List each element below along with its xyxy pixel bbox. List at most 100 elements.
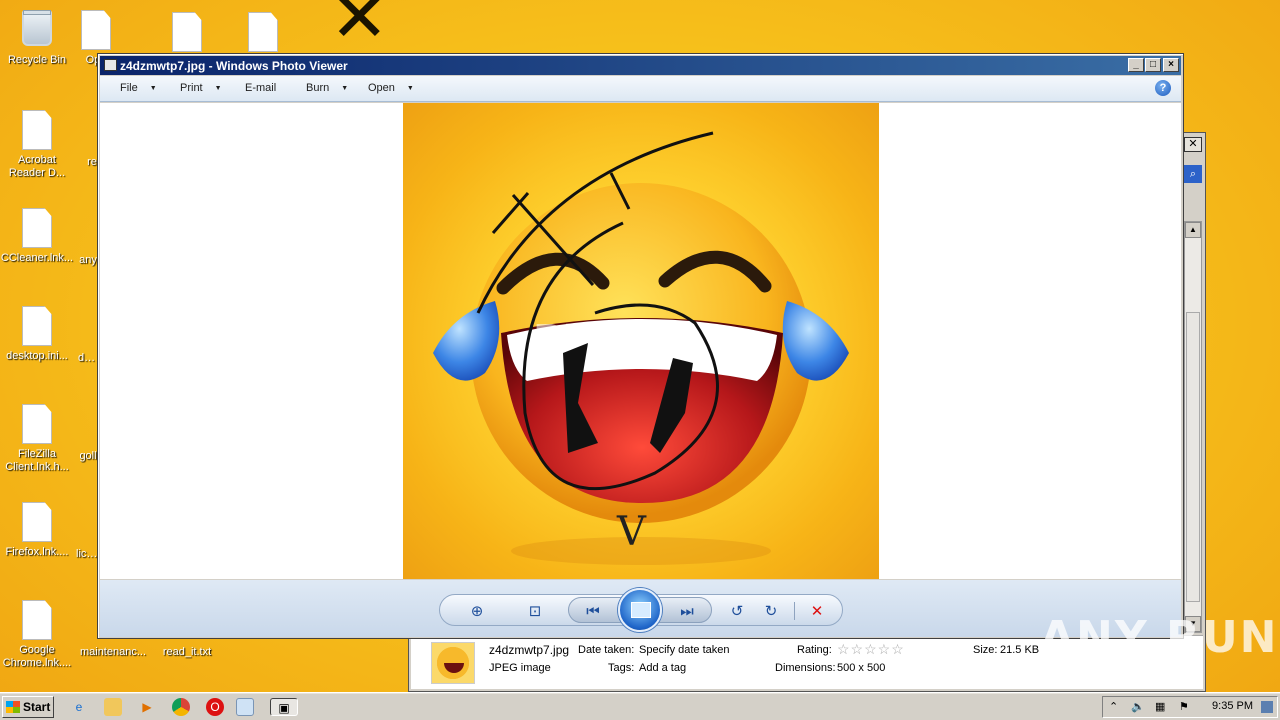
desktop-icon-col2-5[interactable]: licen <box>76 548 98 561</box>
rotate-counterclockwise-icon[interactable]: ↺ <box>726 601 748 621</box>
chrome-icon[interactable] <box>172 698 190 716</box>
start-label: Start <box>23 700 51 714</box>
file-icon <box>21 404 53 444</box>
next-icon[interactable]: ⏭ <box>676 601 698 621</box>
desktop-icon-label: Google Chrome.lnk.... <box>2 644 72 669</box>
scroll-up-arrow-icon[interactable]: ▲ <box>1185 222 1201 238</box>
desktop-icon-label: licen <box>76 548 98 560</box>
search-icon[interactable]: ⌕ <box>1184 165 1202 183</box>
previous-icon[interactable]: ⏮ <box>582 601 604 621</box>
desktop-icon-col2-4[interactable]: goll <box>78 450 98 463</box>
menu-file-label: File <box>120 82 138 94</box>
desktop-icon-filezilla[interactable]: FileZilla Client.lnk.h... <box>0 404 74 474</box>
ie-icon[interactable]: e <box>70 698 88 716</box>
menu-file[interactable]: File ▼ <box>120 82 157 94</box>
actual-size-icon[interactable]: ⊡ <box>524 601 546 621</box>
detail-tags-value[interactable]: Add a tag <box>639 662 686 674</box>
close-button[interactable]: ✕ <box>1184 137 1202 152</box>
opera-icon[interactable]: O <box>206 698 224 716</box>
file-icon <box>21 306 53 346</box>
desktop-icon-recycle-bin[interactable]: Recycle Bin <box>0 8 74 67</box>
delete-icon[interactable]: ✕ <box>806 601 828 621</box>
detail-size-value: 21.5 KB <box>1000 644 1040 656</box>
desktop-icon-chrome[interactable]: Google Chrome.lnk.... <box>0 600 74 670</box>
desktop-icon-col2-3[interactable]: desk <box>78 352 98 365</box>
file-icon[interactable] <box>172 12 202 52</box>
detail-rating-label: Rating: <box>797 644 832 656</box>
desktop-icon-col2-2[interactable]: any <box>78 254 98 267</box>
rotate-clockwise-icon[interactable]: ↻ <box>760 601 782 621</box>
desktop-icon-firefox[interactable]: Firefox.lnk.... <box>0 502 74 559</box>
action-center-icon[interactable]: ⚑ <box>1179 700 1189 713</box>
desktop-icon-ccleaner[interactable]: CCleaner.lnk... <box>0 208 74 265</box>
slideshow-button[interactable] <box>618 588 662 632</box>
command-bar: File ▼ Print ▼ E-mail Burn ▼ Open ▼ ? <box>100 76 1181 102</box>
desktop-icon-label: desk <box>78 352 98 364</box>
show-desktop-icon[interactable] <box>1261 701 1273 713</box>
dropdown-arrow-icon: ▼ <box>341 84 349 92</box>
photo-watermark: PIXTA <box>533 317 663 363</box>
desktop-icon-label: Recycle Bin <box>7 54 67 66</box>
detail-dimensions-value: 500 x 500 <box>837 662 886 674</box>
image-canvas[interactable]: PIXTA V <box>100 103 1181 579</box>
detail-filetype: JPEG image <box>489 662 551 674</box>
file-icon <box>21 502 53 542</box>
desktop-icon-label: read_it.txt <box>162 646 212 658</box>
system-tray: ⌃ 🔈 ▦ ⚑ 9:35 PM <box>1102 696 1278 718</box>
clock[interactable]: 9:35 PM <box>1212 700 1253 712</box>
network-icon[interactable]: ▦ <box>1155 700 1165 713</box>
desktop-icon-read-it[interactable]: read_it.txt <box>150 646 224 659</box>
menu-email-label: E-mail <box>245 82 277 94</box>
photo-viewer-task-icon[interactable]: ▣ <box>270 698 298 716</box>
emoji-image: PIXTA V <box>433 131 849 565</box>
desktop-icon-label: goll <box>79 450 97 462</box>
scroll-thumb[interactable] <box>1186 312 1200 602</box>
photo-viewer-window[interactable]: z4dzmwtp7.jpg - Windows Photo Viewer _ □… <box>97 53 1184 639</box>
scrollbar[interactable]: ▲ ▼ <box>1184 221 1202 633</box>
desktop-icon-acrobat[interactable]: Acrobat Reader D... <box>0 110 74 180</box>
file-icon <box>80 10 112 50</box>
detail-date-label: Date taken: <box>578 644 635 656</box>
file-icon <box>21 110 53 150</box>
explorer-icon[interactable] <box>104 698 122 716</box>
file-icon <box>21 208 53 248</box>
displayed-photo: PIXTA V <box>403 103 879 579</box>
menu-open-label: Open <box>368 82 395 94</box>
dropdown-arrow-icon: ▼ <box>406 84 414 92</box>
file-icon[interactable] <box>248 12 278 52</box>
menu-email[interactable]: E-mail <box>245 82 276 94</box>
desktop-icon-label: Firefox.lnk.... <box>5 546 69 558</box>
help-icon[interactable]: ? <box>1155 80 1171 96</box>
menu-burn[interactable]: Burn ▼ <box>306 82 348 94</box>
volume-icon[interactable]: 🔈 <box>1131 700 1145 713</box>
dropdown-arrow-icon: ▼ <box>214 84 222 92</box>
desktop-icon-maintenance[interactable]: maintenanc... <box>76 646 150 659</box>
tray-expand-icon[interactable]: ⌃ <box>1109 700 1118 713</box>
detail-date-value[interactable]: Specify date taken <box>639 644 730 656</box>
maximize-button[interactable]: □ <box>1145 58 1161 72</box>
anyrun-watermark: ANY RUN <box>1040 612 1279 663</box>
photo-letter: V <box>616 509 647 555</box>
rating-stars[interactable]: ☆☆☆☆☆ <box>837 641 905 658</box>
wallpaper-scribble: ✕ <box>330 0 389 58</box>
desktop-icon-label: desktop.ini... <box>6 350 68 362</box>
title-bar[interactable]: z4dzmwtp7.jpg - Windows Photo Viewer _ □… <box>100 56 1181 75</box>
menu-print-label: Print <box>180 82 203 94</box>
zoom-icon[interactable]: ⊕ <box>466 601 488 621</box>
detail-size-label: Size: <box>973 644 998 656</box>
desktop-icon-desktop-ini[interactable]: desktop.ini... <box>0 306 74 363</box>
photo-thumbnail <box>431 642 475 684</box>
minimize-button[interactable]: _ <box>1128 58 1144 72</box>
desktop-icon-label: Acrobat Reader D... <box>8 154 66 179</box>
window-title: z4dzmwtp7.jpg - Windows Photo Viewer <box>120 59 348 73</box>
desktop-icon-label: FileZilla Client.lnk.h... <box>5 448 69 473</box>
dropdown-arrow-icon: ▼ <box>149 84 157 92</box>
media-player-icon[interactable]: ▶ <box>138 698 156 716</box>
toolbar-separator <box>794 602 795 620</box>
menu-open[interactable]: Open ▼ <box>368 82 414 94</box>
notepad-icon[interactable] <box>236 698 254 716</box>
start-button[interactable]: Start <box>2 696 54 718</box>
close-button[interactable]: × <box>1163 58 1179 72</box>
menu-print[interactable]: Print ▼ <box>180 82 222 94</box>
navigation-pill: ⊕ ⊡ ⏮ ⏭ ↺ ↻ ✕ <box>439 588 843 632</box>
